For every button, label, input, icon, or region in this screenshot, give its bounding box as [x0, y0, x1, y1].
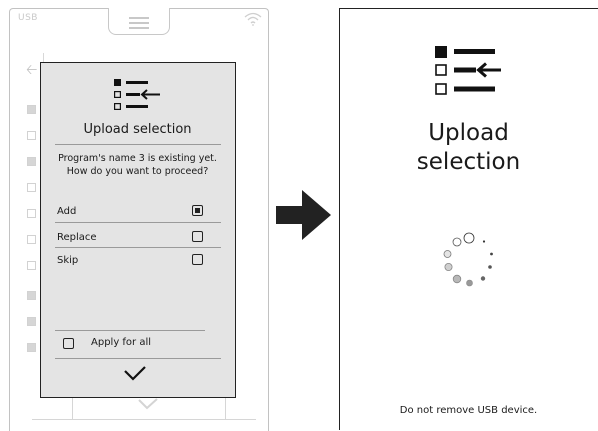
divider	[32, 419, 256, 420]
title-line: selection	[416, 149, 521, 175]
option-skip[interactable]: Skip	[57, 252, 203, 270]
option-label: Add	[57, 206, 77, 217]
message-line: How do you want to proceed?	[66, 166, 209, 177]
list-checkbox	[27, 131, 36, 140]
menu-tab[interactable]	[108, 8, 170, 35]
usb-status-label: USB	[18, 13, 38, 23]
apply-for-all-checkbox[interactable]	[63, 338, 74, 349]
divider	[55, 247, 221, 248]
title-line: Upload	[428, 120, 509, 146]
dialog-title: Upload selection	[83, 122, 192, 137]
option-label: Skip	[57, 255, 79, 266]
divider	[55, 330, 205, 331]
right-arrow-icon	[276, 190, 331, 240]
progress-screen-frame: Upload selection Do not remove USB devic…	[339, 8, 598, 430]
option-replace[interactable]: Replace	[57, 229, 203, 247]
do-not-remove-warning: Do not remove USB device.	[399, 405, 538, 416]
list-checkbox	[27, 291, 36, 300]
option-radio[interactable]	[192, 231, 203, 242]
message-line: Program's name 3 is existing yet.	[58, 153, 217, 164]
list-checkbox	[27, 105, 36, 114]
divider	[55, 144, 221, 145]
apply-for-all-label: Apply for all	[91, 337, 152, 348]
option-label: Replace	[57, 232, 97, 243]
menu-line	[129, 27, 149, 29]
back-arrow-icon[interactable]: 🡠	[26, 59, 37, 83]
menu-line	[129, 22, 149, 24]
option-radio[interactable]	[192, 205, 203, 216]
upload-selection-dialog: Upload selection Program's name 3 is exi…	[40, 62, 236, 398]
list-checkbox	[27, 317, 36, 326]
list-checkbox	[27, 343, 36, 352]
divider	[55, 222, 221, 223]
wifi-icon	[244, 12, 262, 26]
loading-spinner-icon	[443, 232, 493, 287]
option-radio[interactable]	[192, 254, 203, 265]
divider	[55, 358, 221, 359]
list-checkbox	[27, 209, 36, 218]
progress-title: Upload selection	[340, 119, 597, 177]
menu-line	[129, 17, 149, 19]
apply-for-all-row[interactable]: Apply for all	[63, 337, 213, 353]
list-checkbox	[27, 183, 36, 192]
dialog-message: Program's name 3 is existing yet. How do…	[45, 152, 230, 178]
confirm-checkmark-button[interactable]	[120, 363, 150, 385]
list-checkbox	[27, 157, 36, 166]
option-add[interactable]: Add	[57, 203, 203, 221]
list-checkbox	[27, 235, 36, 244]
upload-selection-icon	[114, 79, 160, 111]
list-checkbox	[27, 261, 36, 270]
upload-selection-icon	[435, 46, 501, 95]
checkmark-icon	[138, 398, 158, 410]
